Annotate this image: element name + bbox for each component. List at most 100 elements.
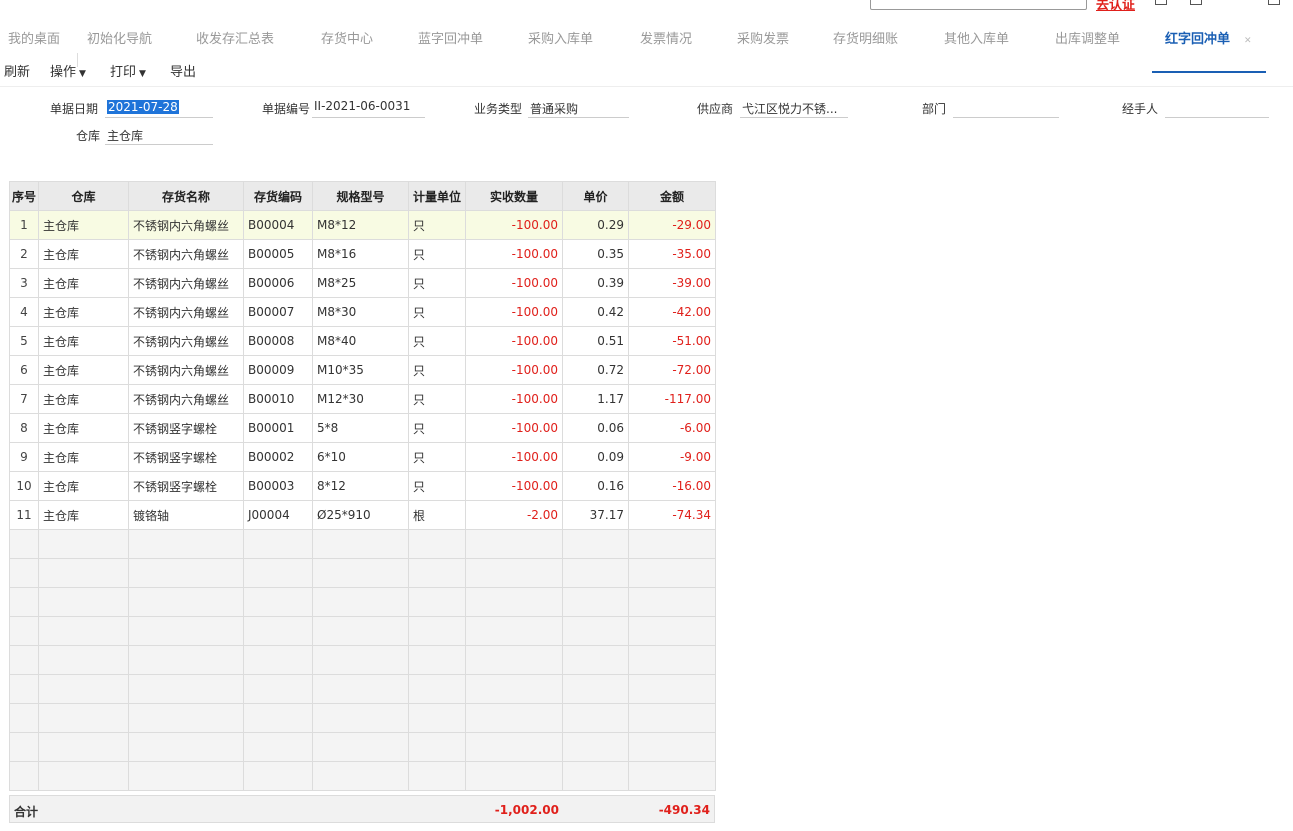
cell-amount[interactable]: -42.00 xyxy=(628,297,716,327)
empty-cell[interactable] xyxy=(243,674,313,704)
tab-purchase-in[interactable]: 采购入库单 xyxy=(528,28,593,47)
cell-item-name[interactable]: 不锈钢内六角螺丝 xyxy=(128,355,244,385)
table-row[interactable]: 9 主仓库 不锈钢竖字螺栓 B00002 6*10 只 -100.00 0.09 -9.00 xyxy=(9,442,716,472)
empty-cell[interactable] xyxy=(465,761,563,791)
cell-unit[interactable]: 根 xyxy=(408,500,466,530)
col-header-unit[interactable]: 计量单位 xyxy=(408,181,466,211)
col-header-price[interactable]: 单价 xyxy=(562,181,629,211)
empty-cell[interactable] xyxy=(9,558,39,588)
col-header-index[interactable]: 序号 xyxy=(9,181,39,211)
cell-qty[interactable]: -100.00 xyxy=(465,297,563,327)
empty-cell[interactable] xyxy=(243,703,313,733)
cell-unit[interactable]: 只 xyxy=(408,297,466,327)
empty-row[interactable] xyxy=(9,529,716,559)
print-dropdown[interactable]: 打印 ▼ xyxy=(110,61,146,80)
empty-cell[interactable] xyxy=(243,616,313,646)
empty-cell[interactable] xyxy=(243,645,313,675)
empty-row[interactable] xyxy=(9,616,716,646)
empty-cell[interactable] xyxy=(628,703,716,733)
empty-cell[interactable] xyxy=(38,616,129,646)
cell-warehouse[interactable]: 主仓库 xyxy=(38,210,129,240)
cell-item-code[interactable]: B00009 xyxy=(243,355,313,385)
tab-purchase-invoice[interactable]: 采购发票 xyxy=(737,28,789,47)
cell-price[interactable]: 0.06 xyxy=(562,413,629,443)
empty-cell[interactable] xyxy=(562,558,629,588)
tab-red-reverse[interactable]: 红字回冲单 ✕ xyxy=(1165,28,1252,47)
cell-unit[interactable]: 只 xyxy=(408,326,466,356)
empty-cell[interactable] xyxy=(38,674,129,704)
cell-index[interactable]: 10 xyxy=(9,471,39,501)
cell-index[interactable]: 5 xyxy=(9,326,39,356)
cell-price[interactable]: 0.42 xyxy=(562,297,629,327)
tab-blue-reverse[interactable]: 蓝字回冲单 xyxy=(418,28,483,47)
cell-item-code[interactable]: B00003 xyxy=(243,471,313,501)
cell-price[interactable]: 0.16 xyxy=(562,471,629,501)
empty-cell[interactable] xyxy=(628,732,716,762)
date-field[interactable]: 2021-07-28 xyxy=(107,100,179,114)
cell-price[interactable]: 0.72 xyxy=(562,355,629,385)
cell-qty[interactable]: -100.00 xyxy=(465,210,563,240)
cell-price[interactable]: 1.17 xyxy=(562,384,629,414)
cell-amount[interactable]: -16.00 xyxy=(628,471,716,501)
biz-type-field[interactable]: 普通采购 xyxy=(530,100,578,117)
cell-warehouse[interactable]: 主仓库 xyxy=(38,268,129,298)
empty-row[interactable] xyxy=(9,761,716,791)
empty-cell[interactable] xyxy=(243,587,313,617)
cell-index[interactable]: 4 xyxy=(9,297,39,327)
empty-cell[interactable] xyxy=(408,703,466,733)
cell-spec[interactable]: M8*12 xyxy=(312,210,409,240)
empty-cell[interactable] xyxy=(9,732,39,762)
cell-warehouse[interactable]: 主仓库 xyxy=(38,384,129,414)
empty-cell[interactable] xyxy=(628,587,716,617)
empty-row[interactable] xyxy=(9,645,716,675)
cell-index[interactable]: 9 xyxy=(9,442,39,472)
address-input[interactable] xyxy=(870,0,1087,10)
empty-cell[interactable] xyxy=(312,558,409,588)
cell-amount[interactable]: -51.00 xyxy=(628,326,716,356)
table-row[interactable]: 7 主仓库 不锈钢内六角螺丝 B00010 M12*30 只 -100.00 1.17 -117… xyxy=(9,384,716,414)
cell-price[interactable]: 0.09 xyxy=(562,442,629,472)
cell-index[interactable]: 6 xyxy=(9,355,39,385)
empty-cell[interactable] xyxy=(9,529,39,559)
empty-cell[interactable] xyxy=(9,616,39,646)
empty-cell[interactable] xyxy=(38,529,129,559)
empty-cell[interactable] xyxy=(465,674,563,704)
search-icon[interactable] xyxy=(1268,0,1280,5)
empty-cell[interactable] xyxy=(562,674,629,704)
tab-inventory[interactable]: 存货中心 xyxy=(321,28,373,47)
empty-cell[interactable] xyxy=(9,703,39,733)
empty-cell[interactable] xyxy=(465,558,563,588)
cell-qty[interactable]: -100.00 xyxy=(465,239,563,269)
cell-qty[interactable]: -100.00 xyxy=(465,471,563,501)
tab-summary[interactable]: 收发存汇总表 xyxy=(196,28,274,47)
cell-qty[interactable]: -100.00 xyxy=(465,326,563,356)
cell-item-code[interactable]: B00006 xyxy=(243,268,313,298)
tab-init-guide[interactable]: 初始化导航 xyxy=(87,28,152,47)
empty-cell[interactable] xyxy=(562,616,629,646)
cell-spec[interactable]: 5*8 xyxy=(312,413,409,443)
cell-index[interactable]: 3 xyxy=(9,268,39,298)
empty-cell[interactable] xyxy=(628,558,716,588)
empty-cell[interactable] xyxy=(128,703,244,733)
cell-index[interactable]: 2 xyxy=(9,239,39,269)
empty-cell[interactable] xyxy=(628,529,716,559)
cell-unit[interactable]: 只 xyxy=(408,210,466,240)
empty-cell[interactable] xyxy=(408,616,466,646)
empty-cell[interactable] xyxy=(128,732,244,762)
empty-cell[interactable] xyxy=(312,587,409,617)
tab-invoice-status[interactable]: 发票情况 xyxy=(640,28,692,47)
table-row[interactable]: 1 主仓库 不锈钢内六角螺丝 B00004 M8*12 只 -100.00 0.29 -29.0… xyxy=(9,210,716,240)
empty-cell[interactable] xyxy=(562,645,629,675)
cell-unit[interactable]: 只 xyxy=(408,239,466,269)
empty-row[interactable] xyxy=(9,587,716,617)
cell-index[interactable]: 8 xyxy=(9,413,39,443)
close-icon[interactable]: ✕ xyxy=(1244,36,1252,46)
menu-icon[interactable] xyxy=(1155,0,1167,5)
cell-price[interactable]: 37.17 xyxy=(562,500,629,530)
col-header-amount[interactable]: 金额 xyxy=(628,181,716,211)
cell-amount[interactable]: -35.00 xyxy=(628,239,716,269)
cell-spec[interactable]: 6*10 xyxy=(312,442,409,472)
cell-item-code[interactable]: J00004 xyxy=(243,500,313,530)
tab-other-in[interactable]: 其他入库单 xyxy=(944,28,1009,47)
cell-spec[interactable]: M8*25 xyxy=(312,268,409,298)
